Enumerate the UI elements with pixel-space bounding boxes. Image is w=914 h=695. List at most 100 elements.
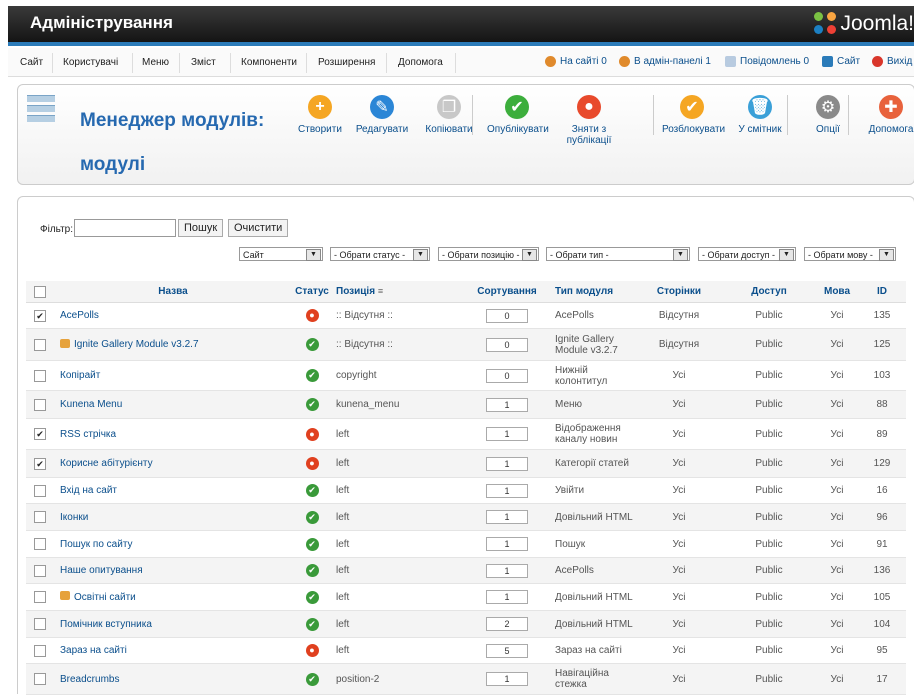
toolbar-button-4[interactable]: ● Зняти з публікації bbox=[559, 95, 619, 146]
row-checkbox[interactable]: ✔ bbox=[34, 309, 46, 322]
status-logout[interactable]: Вихід bbox=[872, 56, 912, 67]
select-language[interactable]: - Обрати мову - ▼ bbox=[804, 247, 896, 261]
module-title-link[interactable]: Наше опитування bbox=[60, 565, 143, 576]
module-title-link[interactable]: Освітні сайти bbox=[74, 592, 136, 603]
menu-menus[interactable]: Меню bbox=[142, 57, 169, 68]
table-row[interactable]: Наше опитування ✔ left 1 AcePolls Усі Public Ус… bbox=[26, 557, 906, 584]
col-pages[interactable]: Сторінки bbox=[636, 281, 722, 303]
ordering-input[interactable]: 5 bbox=[486, 643, 528, 658]
published-icon[interactable]: ✔ bbox=[305, 590, 319, 604]
row-checkbox[interactable]: ✔ bbox=[34, 457, 46, 470]
row-checkbox[interactable] bbox=[34, 338, 46, 351]
status-messages[interactable]: Повідомлень 0 bbox=[725, 56, 809, 67]
row-checkbox[interactable] bbox=[34, 564, 46, 577]
unpublished-icon[interactable]: ● bbox=[305, 644, 319, 657]
ordering-input[interactable]: 1 bbox=[486, 590, 528, 604]
ordering-input[interactable]: 1 bbox=[486, 510, 528, 524]
module-title-link[interactable]: Ignite Gallery Module v3.2.7 bbox=[74, 339, 199, 350]
module-title-link[interactable]: AcePolls bbox=[60, 310, 99, 321]
published-icon[interactable]: ✔ bbox=[305, 338, 319, 351]
toolbar-button-5[interactable]: ✔ Розблокувати bbox=[662, 95, 725, 135]
search-button[interactable]: Пошук bbox=[178, 219, 224, 237]
table-row[interactable]: Ignite Gallery Module v3.2.7 ✔:: Відсутня… bbox=[26, 328, 906, 361]
select-status[interactable]: - Обрати статус - ▼ bbox=[330, 247, 430, 261]
table-row[interactable]: ✔ Корисне абітурієнту ● left 1 Категорії стат… bbox=[26, 449, 906, 478]
module-title-link[interactable]: Breadcrumbs bbox=[60, 674, 119, 685]
row-checkbox[interactable] bbox=[34, 591, 46, 603]
unpublished-icon[interactable]: ● bbox=[305, 309, 319, 322]
toolbar-button-0[interactable]: + Створити bbox=[290, 95, 350, 135]
toolbar-button-1[interactable]: ✎ Редагувати bbox=[352, 95, 412, 135]
col-ordering[interactable]: Сортування bbox=[463, 281, 551, 303]
ordering-input[interactable]: 1 bbox=[486, 427, 528, 441]
module-title-link[interactable]: Помічник вступника bbox=[60, 619, 152, 630]
published-icon[interactable]: ✔ bbox=[305, 510, 319, 524]
toolbar-button-6[interactable]: 🗑 У смітник bbox=[730, 95, 790, 135]
col-status[interactable]: Статус bbox=[292, 281, 332, 303]
row-checkbox[interactable] bbox=[34, 618, 46, 630]
filter-input[interactable] bbox=[74, 219, 176, 237]
ordering-input[interactable]: 1 bbox=[486, 397, 528, 412]
table-row[interactable]: Зараз на сайті ● left 5 Зараз на сайті Усі Pub… bbox=[26, 637, 906, 664]
clear-button[interactable]: Очистити bbox=[228, 219, 289, 237]
table-row[interactable]: Копірайт ✔ copyright 0 Нижній колонтитул Усі P… bbox=[26, 360, 906, 391]
row-checkbox[interactable] bbox=[34, 484, 46, 497]
published-icon[interactable]: ✔ bbox=[305, 484, 319, 497]
published-icon[interactable]: ✔ bbox=[305, 537, 319, 551]
col-language[interactable]: Мова bbox=[816, 281, 858, 303]
module-title-link[interactable]: Вхід на сайт bbox=[60, 485, 117, 496]
table-row[interactable]: ✔ RSS стрічка ● left 1 Відображення каналу но… bbox=[26, 418, 906, 450]
ordering-input[interactable]: 1 bbox=[486, 537, 528, 551]
ordering-input[interactable]: 0 bbox=[486, 308, 528, 323]
row-checkbox[interactable] bbox=[34, 398, 46, 411]
ordering-input[interactable]: 0 bbox=[486, 368, 528, 383]
row-checkbox[interactable] bbox=[34, 538, 46, 550]
toolbar-button-8[interactable]: ✚ Допомога bbox=[861, 95, 914, 135]
status-in-admin[interactable]: В адмін-панелі 1 bbox=[619, 56, 711, 67]
module-title-link[interactable]: Копірайт bbox=[60, 370, 100, 381]
menu-site[interactable]: Сайт bbox=[20, 57, 43, 68]
published-icon[interactable]: ✔ bbox=[305, 564, 319, 577]
row-checkbox[interactable] bbox=[34, 644, 46, 657]
menu-content[interactable]: Зміст bbox=[191, 57, 216, 68]
row-checkbox[interactable]: ✔ bbox=[34, 428, 46, 440]
ordering-input[interactable]: 1 bbox=[486, 563, 528, 578]
status-on-site[interactable]: На сайті 0 bbox=[545, 56, 607, 67]
col-type[interactable]: Тип модуля bbox=[551, 281, 636, 303]
select-client[interactable]: Сайт ▼ bbox=[239, 247, 323, 261]
module-title-link[interactable]: Іконки bbox=[60, 512, 88, 523]
menu-users[interactable]: Користувачі bbox=[63, 57, 118, 68]
row-checkbox[interactable] bbox=[34, 369, 46, 382]
menu-help[interactable]: Допомога bbox=[398, 57, 443, 68]
published-icon[interactable]: ✔ bbox=[305, 369, 319, 382]
ordering-input[interactable]: 0 bbox=[486, 337, 528, 352]
table-row[interactable]: Вхід на сайт ✔ left 1 Увійти Усі Public Усі 16 bbox=[26, 477, 906, 504]
status-site-link[interactable]: Сайт bbox=[822, 56, 860, 67]
select-all-checkbox[interactable] bbox=[34, 285, 46, 298]
table-row[interactable]: Kunena Menu ✔ kunena_menu 1 Меню Усі Public Усі… bbox=[26, 390, 906, 419]
menu-components[interactable]: Компоненти bbox=[241, 57, 297, 68]
col-id[interactable]: ID bbox=[858, 281, 906, 303]
table-row[interactable]: Іконки ✔ left 1 Довільний HTML Усі Public Усі 96 bbox=[26, 503, 906, 531]
table-row[interactable]: ✔ AcePolls ●:: Відсутня :: 0 AcePolls Відсутн… bbox=[26, 302, 906, 329]
ordering-input[interactable]: 1 bbox=[486, 672, 528, 686]
row-checkbox[interactable] bbox=[34, 673, 46, 685]
unpublished-icon[interactable]: ● bbox=[305, 427, 319, 441]
table-row[interactable]: Breadcrumbs ✔ position-2 1 Навігаційна стежк… bbox=[26, 663, 906, 695]
joomla-logo[interactable]: Joomla! bbox=[814, 10, 914, 38]
col-position[interactable]: Позиція ≡ bbox=[332, 281, 463, 303]
toolbar-button-7[interactable]: ⚙ Опції bbox=[798, 95, 858, 135]
ordering-input[interactable]: 2 bbox=[486, 617, 528, 631]
table-row[interactable]: Помічник вступника ✔ left 2 Довільний HTML Ус… bbox=[26, 610, 906, 638]
module-title-link[interactable]: RSS стрічка bbox=[60, 429, 116, 440]
table-row[interactable]: Пошук по сайту ✔ left 1 Пошук Усі Public Усі 91 bbox=[26, 530, 906, 558]
module-title-link[interactable]: Пошук по сайту bbox=[60, 539, 133, 550]
col-title[interactable]: Назва bbox=[54, 281, 292, 303]
unpublished-icon[interactable]: ● bbox=[305, 457, 319, 470]
module-title-link[interactable]: Корисне абітурієнту bbox=[60, 458, 153, 469]
ordering-input[interactable]: 1 bbox=[486, 483, 528, 498]
select-access[interactable]: - Обрати доступ - ▼ bbox=[698, 247, 796, 261]
select-type[interactable]: - Обрати тип - ▼ bbox=[546, 247, 690, 261]
table-row[interactable]: Освітні сайти ✔ left 1 Довільний HTML Усі Publ… bbox=[26, 583, 906, 611]
toolbar-button-2[interactable]: ❐ Копіювати bbox=[419, 95, 479, 135]
